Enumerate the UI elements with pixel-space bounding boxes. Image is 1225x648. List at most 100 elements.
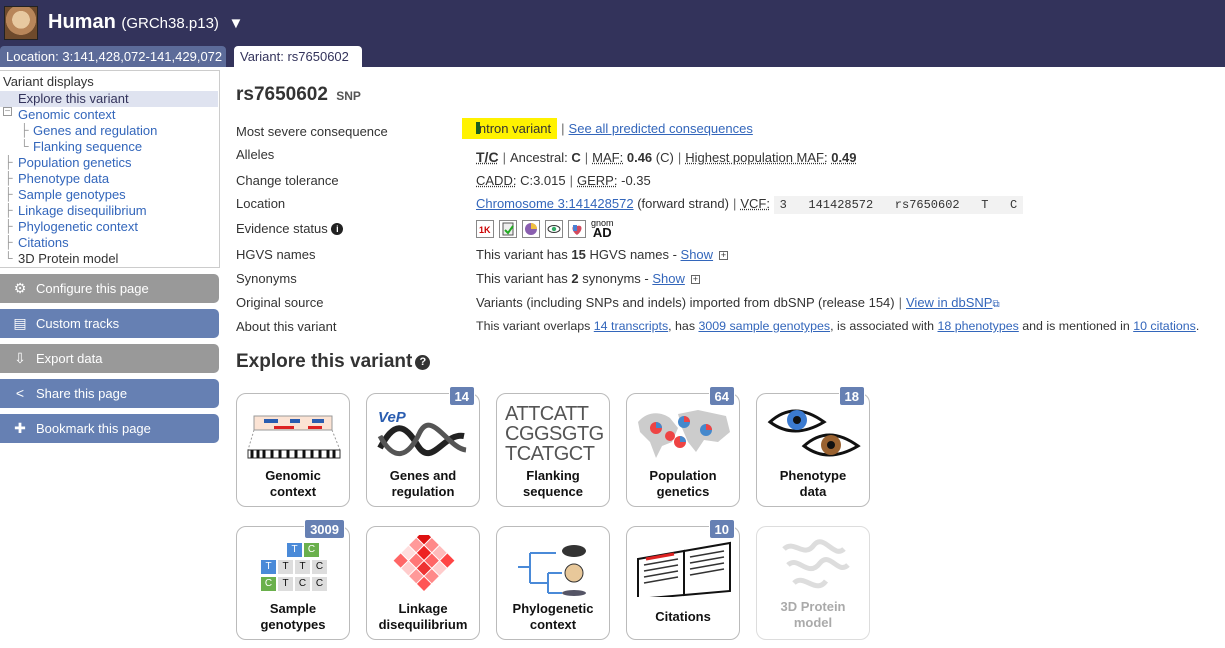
svg-text:VeP: VeP [378, 409, 407, 426]
alleles-label: Alleles [236, 147, 275, 162]
bookmark-page-label: Bookmark this page [36, 421, 151, 436]
tree-line: ├ [4, 235, 13, 249]
genes-regulation-icon: VeP [377, 409, 467, 457]
1000-genomes-icon[interactable]: 1K [476, 220, 494, 238]
external-link-icon: ⧉ [992, 299, 1000, 310]
sidebar-item-genes-regulation[interactable]: Genes and regulation [33, 123, 157, 139]
gear-icon: ⚙ [13, 280, 27, 296]
configure-page-button[interactable]: ⚙ Configure this page [0, 274, 219, 303]
card-label: Flanking sequence [523, 468, 583, 499]
genomic-context-icon [247, 415, 341, 459]
card-label: Genomic context [265, 468, 321, 499]
share-page-label: Share this page [36, 386, 128, 401]
bookmark-page-button[interactable]: ✚ Bookmark this page [0, 414, 219, 443]
export-data-button[interactable]: ⇩ Export data [0, 344, 219, 373]
sample-genotypes-link[interactable]: 3009 sample genotypes [698, 319, 830, 333]
collapse-icon[interactable]: − [3, 107, 12, 117]
top-bar: Human (GRCh38.p13) ▼ Location: 3:141,428… [0, 0, 1225, 67]
tree-line: ├ [4, 203, 13, 217]
explore-title: Explore this variant? [236, 351, 431, 373]
species-icon[interactable] [4, 6, 38, 40]
cited-icon[interactable] [499, 220, 517, 238]
sidebar-item-phenotype-data[interactable]: Phenotype data [18, 171, 109, 187]
gnomad-icon[interactable]: gnom AD [591, 219, 614, 240]
custom-tracks-button[interactable]: ▤ Custom tracks [0, 309, 219, 338]
card-label: Citations [655, 609, 711, 624]
card-label: Linkage disequilibrium [378, 601, 468, 632]
transcripts-link[interactable]: 14 transcripts [594, 319, 668, 333]
highest-pop-maf-label: Highest population MAF: [685, 150, 828, 165]
see-all-consequences-link[interactable]: See all predicted consequences [569, 121, 753, 136]
sidebar-item-flanking-sequence[interactable]: Flanking sequence [33, 139, 142, 155]
tolerance-value: CADD: C:3.015 | GERP: -0.35 [476, 173, 651, 188]
phenotype-eye-icon [767, 409, 861, 457]
expand-icon[interactable]: + [690, 275, 700, 285]
synonyms-show-link[interactable]: Show [652, 271, 685, 286]
tree-line: └ [20, 139, 29, 153]
share-page-button[interactable]: < Share this page [0, 379, 219, 408]
card-genomic-context[interactable]: Genomic context [236, 393, 350, 507]
card-sample-genotypes[interactable]: 3009 T C T T T C C T C C Sample genotypes [236, 519, 350, 640]
card-phenotype-data[interactable]: 18 Phenotype data [756, 386, 870, 507]
frequency-icon[interactable] [522, 220, 540, 238]
sidebar-item-sample-genotypes[interactable]: Sample genotypes [18, 187, 126, 203]
source-value: Variants (including SNPs and indels) imp… [476, 295, 1000, 310]
sidebar-item-population-genetics[interactable]: Population genetics [18, 155, 131, 171]
sidebar-item-explore[interactable]: Explore this variant [0, 91, 218, 107]
species-selector[interactable]: Human (GRCh38.p13) ▼ [48, 11, 243, 34]
view-dbsnp-link[interactable]: View in dbSNP [906, 295, 992, 310]
export-data-label: Export data [36, 351, 103, 366]
book-icon [637, 541, 731, 597]
custom-tracks-label: Custom tracks [36, 316, 120, 331]
chevron-down-icon[interactable]: ▼ [228, 15, 243, 32]
hgvs-show-link[interactable]: Show [681, 247, 714, 262]
expand-icon[interactable]: + [719, 251, 729, 261]
cadd-label: CADD: [476, 173, 517, 188]
synonyms-label: Synonyms [236, 271, 297, 286]
card-label: Genes and regulation [389, 468, 457, 499]
maf-value: 0.46 [626, 150, 653, 165]
vcf-value: 3 141428572 rs7650602 T C [773, 196, 1024, 214]
phylogenetic-tree-icon [518, 545, 586, 596]
maf-allele: (C) [655, 150, 674, 165]
tab-variant[interactable]: Variant: rs7650602 [234, 46, 362, 67]
bookmark-icon: ✚ [14, 420, 26, 436]
ld-heatmap-icon [393, 535, 455, 591]
variant-type: SNP [336, 89, 361, 103]
phenotype-evidence-icon[interactable] [545, 220, 563, 238]
sidebar-item-citations[interactable]: Citations [18, 235, 69, 251]
chromosome-link[interactable]: Chromosome 3:141428572 [476, 196, 634, 211]
sidebar-item-phylogenetic-context[interactable]: Phylogenetic context [18, 219, 138, 235]
card-label: Sample genotypes [260, 601, 326, 632]
sidebar-item-genomic-context[interactable]: Genomic context [18, 107, 116, 123]
card-citations[interactable]: 10 Citations [626, 519, 740, 640]
phenotypes-link[interactable]: 18 phenotypes [938, 319, 1019, 333]
source-text: Variants (including SNPs and indels) imp… [476, 295, 895, 310]
about-label: About this variant [236, 319, 337, 334]
evidence-icons: 1K gnom AD [476, 219, 614, 239]
citations-link[interactable]: 10 citations [1133, 319, 1196, 333]
card-label: Population genetics [649, 468, 717, 499]
card-label: Phylogenetic context [512, 601, 594, 632]
card-genes-regulation[interactable]: 14 VeP Genes and regulation [366, 386, 480, 507]
source-label: Original source [236, 295, 324, 310]
consequence-highlight: intron variant [462, 118, 558, 139]
card-phylogenetic-context[interactable]: Phylogenetic context [496, 526, 610, 640]
card-label: Phenotype data [779, 468, 847, 499]
about-value: This variant overlaps 14 transcripts, ha… [476, 319, 1200, 333]
consequence-value: intron variant | See all predicted consequ… [462, 118, 753, 139]
card-linkage-disequilibrium[interactable]: Linkage disequilibrium [366, 526, 480, 640]
hapmap-icon[interactable] [568, 220, 586, 238]
alleles: T/C [476, 149, 499, 165]
variant-id: rs7650602 [236, 84, 328, 105]
card-population-genetics[interactable]: 64 Population genetics [626, 386, 740, 507]
tree-line: ├ [4, 219, 13, 233]
tab-location[interactable]: Location: 3:141,428,072-141,429,072 [0, 46, 226, 67]
card-flanking-sequence[interactable]: ATTCATT CGGSGTG TCATGCT Flanking sequence [496, 393, 610, 507]
sidebar-item-linkage-disequilibrium[interactable]: Linkage disequilibrium [18, 203, 147, 219]
species-name: Human [48, 11, 116, 33]
help-icon[interactable]: ? [415, 355, 431, 370]
highest-pop-maf-value: 0.49 [831, 150, 857, 165]
vcf-label: VCF: [740, 196, 770, 211]
info-icon[interactable]: i [331, 223, 344, 235]
